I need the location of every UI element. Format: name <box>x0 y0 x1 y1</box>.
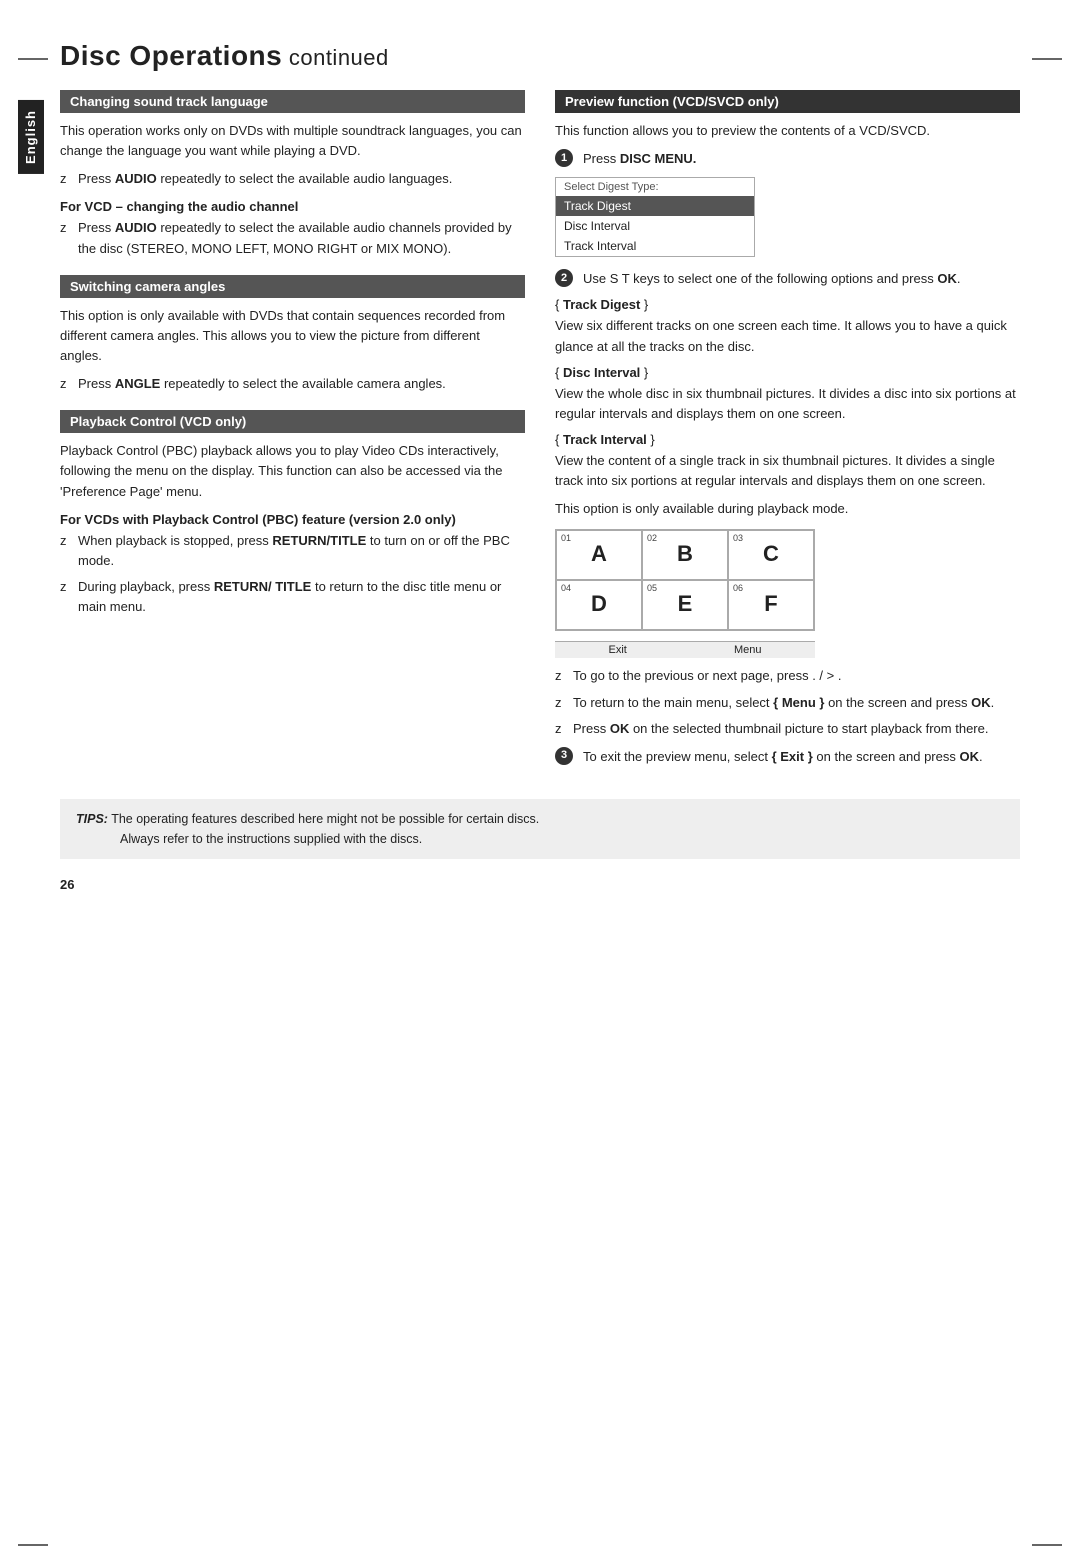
option-disc-interval-heading: { Disc Interval } <box>555 365 1020 380</box>
digest-menu-title: Select Digest Type: <box>556 178 754 196</box>
bullet-main-menu: z To return to the main menu, select { M… <box>555 693 1020 713</box>
step3-item: 3 To exit the preview menu, select { Exi… <box>555 747 1020 767</box>
digest-menu-track-interval[interactable]: Track Interval <box>556 236 754 256</box>
corner-decoration-bl <box>18 1544 48 1546</box>
thumb-cell-b: 02B <box>642 530 728 580</box>
thumbnail-grid: 01A 02B 03C 04D 05E 06F <box>555 529 815 631</box>
sub-heading-vcd-audio: For VCD – changing the audio channel <box>60 199 525 214</box>
thumb-cell-e: 05E <box>642 580 728 630</box>
digest-menu-disc-interval[interactable]: Disc Interval <box>556 216 754 236</box>
step1-item: 1 Press DISC MENU. <box>555 149 1020 169</box>
step2-number: 2 <box>555 269 573 287</box>
thumb-cell-a: 01A <box>556 530 642 580</box>
thumb-cell-f: 06F <box>728 580 814 630</box>
page-number: 26 <box>60 877 1020 892</box>
section3-body: Playback Control (PBC) playback allows y… <box>60 441 525 501</box>
bullet-audio-1: z Press AUDIO repeatedly to select the a… <box>60 169 525 189</box>
option-track-digest-body: View six different tracks on one screen … <box>555 316 1020 356</box>
option-track-digest-heading: { Track Digest } <box>555 297 1020 312</box>
section1-body: This operation works only on DVDs with m… <box>60 121 525 161</box>
corner-decoration-br <box>1032 1544 1062 1546</box>
page-title: Disc Operations continued <box>60 40 1020 72</box>
thumb-grid-footer: Exit Menu <box>555 641 815 658</box>
option-track-interval-body2: This option is only available during pla… <box>555 499 1020 519</box>
thumb-footer-exit: Exit <box>609 644 627 656</box>
sub-heading-vcd-pbc: For VCDs with Playback Control (PBC) fea… <box>60 512 525 527</box>
section-header-playback-control: Playback Control (VCD only) <box>60 410 525 433</box>
bullet-nav-pages: z To go to the previous or next page, pr… <box>555 666 1020 686</box>
bullet-ok-playback: z Press OK on the selected thumbnail pic… <box>555 719 1020 739</box>
step3-number: 3 <box>555 747 573 765</box>
section-header-camera-angles: Switching camera angles <box>60 275 525 298</box>
tips-text2: Always refer to the instructions supplie… <box>76 832 422 846</box>
thumb-cell-d: 04D <box>556 580 642 630</box>
option-track-interval-heading: { Track Interval } <box>555 432 1020 447</box>
digest-menu-box: Select Digest Type: Track Digest Disc In… <box>555 177 755 257</box>
left-column: Changing sound track language This opera… <box>60 90 525 775</box>
thumb-cell-c: 03C <box>728 530 814 580</box>
right-column: Preview function (VCD/SVCD only) This fu… <box>555 90 1020 775</box>
step2-item: 2 Use S T keys to select one of the foll… <box>555 269 1020 289</box>
bullet-pbc-2: z During playback, press RETURN/ TITLE t… <box>60 577 525 617</box>
tips-text1: The operating features described here mi… <box>111 812 539 826</box>
tips-label: TIPS: <box>76 812 108 826</box>
section-header-sound-track: Changing sound track language <box>60 90 525 113</box>
step1-number: 1 <box>555 149 573 167</box>
corner-decoration-tr <box>1032 58 1062 60</box>
section2-body: This option is only available with DVDs … <box>60 306 525 366</box>
bullet-pbc-1: z When playback is stopped, press RETURN… <box>60 531 525 571</box>
option-disc-interval-body: View the whole disc in six thumbnail pic… <box>555 384 1020 424</box>
bullet-angle: z Press ANGLE repeatedly to select the a… <box>60 374 525 394</box>
corner-decoration-tl <box>18 58 48 60</box>
digest-menu-track-digest[interactable]: Track Digest <box>556 196 754 216</box>
section-header-preview: Preview function (VCD/SVCD only) <box>555 90 1020 113</box>
bullet-audio-2: z Press AUDIO repeatedly to select the a… <box>60 218 525 258</box>
option-track-interval-body1: View the content of a single track in si… <box>555 451 1020 491</box>
tips-box: TIPS: The operating features described h… <box>60 799 1020 859</box>
preview-body: This function allows you to preview the … <box>555 121 1020 141</box>
thumb-footer-menu: Menu <box>734 644 762 656</box>
thumbnail-grid-container: 01A 02B 03C 04D 05E 06F Exit Menu <box>555 529 1020 658</box>
language-tab: English <box>18 100 44 174</box>
